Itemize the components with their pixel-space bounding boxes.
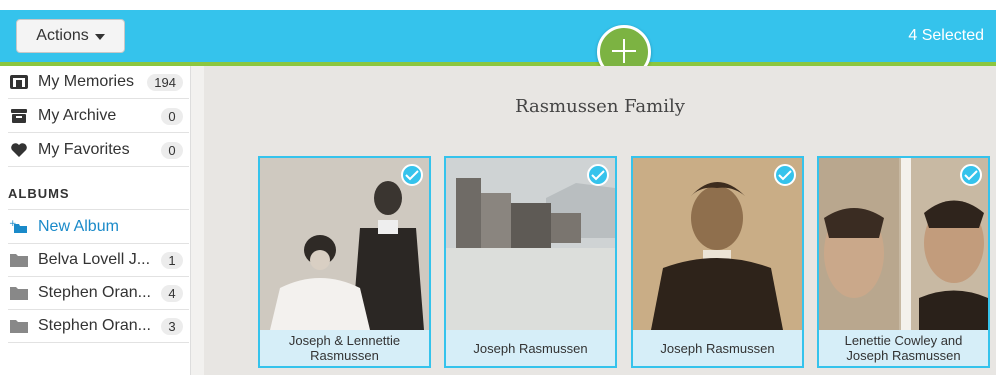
selected-check-icon[interactable]	[960, 164, 982, 186]
album-label: Stephen Oran...	[38, 284, 151, 301]
photo-thumbnail	[446, 158, 615, 330]
albums-heading: ALBUMS	[8, 186, 189, 210]
sidebar-item-label: My Archive	[38, 107, 117, 124]
photo-card[interactable]: Lenettie Cowley and Joseph Rasmussen	[817, 156, 990, 368]
archive-box-icon	[8, 107, 30, 125]
heart-icon	[8, 141, 30, 159]
sidebar-item-my-memories[interactable]: My Memories 194	[8, 66, 189, 99]
count-badge: 0	[161, 107, 183, 125]
folder-icon	[8, 284, 30, 302]
photo-card[interactable]: Joseph Rasmussen	[444, 156, 617, 368]
sidebar-item-label: My Favorites	[38, 141, 130, 158]
album-label: Stephen Oran...	[38, 317, 151, 334]
count-badge: 4	[161, 284, 183, 302]
photo-caption: Joseph & Lennettie Rasmussen	[260, 330, 429, 366]
memories-icon	[8, 73, 30, 91]
count-badge: 194	[147, 73, 183, 91]
photo-caption: Joseph Rasmussen	[446, 330, 615, 366]
new-album-link[interactable]: + New Album	[8, 211, 189, 244]
caret-down-icon	[94, 34, 105, 40]
folder-icon	[8, 251, 30, 269]
top-toolbar	[0, 10, 996, 62]
album-item[interactable]: Stephen Oran... 4	[8, 277, 189, 310]
folder-icon	[8, 317, 30, 335]
photo-caption: Joseph Rasmussen	[633, 330, 802, 366]
photo-thumbnail	[819, 158, 988, 330]
new-folder-icon: +	[8, 218, 30, 236]
sidebar-divider	[190, 66, 204, 375]
sidebar-item-label: My Memories	[38, 73, 135, 90]
selected-check-icon[interactable]	[587, 164, 609, 186]
selected-count: 4 Selected	[908, 27, 984, 44]
photo-card[interactable]: Joseph Rasmussen	[631, 156, 804, 368]
sidebar-item-my-archive[interactable]: My Archive 0	[8, 100, 189, 133]
photo-thumbnail	[633, 158, 802, 330]
album-label: Belva Lovell J...	[38, 251, 151, 268]
new-album-label: New Album	[38, 218, 119, 235]
plus-icon-stroke	[623, 39, 625, 63]
count-badge: 3	[161, 317, 183, 335]
photo-caption: Lenettie Cowley and Joseph Rasmussen	[819, 330, 988, 366]
count-badge: 1	[161, 251, 183, 269]
count-badge: 0	[161, 141, 183, 159]
selected-check-icon[interactable]	[774, 164, 796, 186]
sidebar-item-my-favorites[interactable]: My Favorites 0	[8, 134, 189, 167]
album-item[interactable]: Belva Lovell J... 1	[8, 244, 189, 277]
selected-check-icon[interactable]	[401, 164, 423, 186]
album-item[interactable]: Stephen Oran... 3	[8, 310, 189, 343]
photo-thumbnail	[260, 158, 429, 330]
photo-card[interactable]: Joseph & Lennettie Rasmussen	[258, 156, 431, 368]
actions-label: Actions	[36, 27, 89, 44]
album-title: Rasmussen Family	[515, 96, 685, 117]
actions-dropdown-button[interactable]: Actions	[16, 19, 125, 53]
